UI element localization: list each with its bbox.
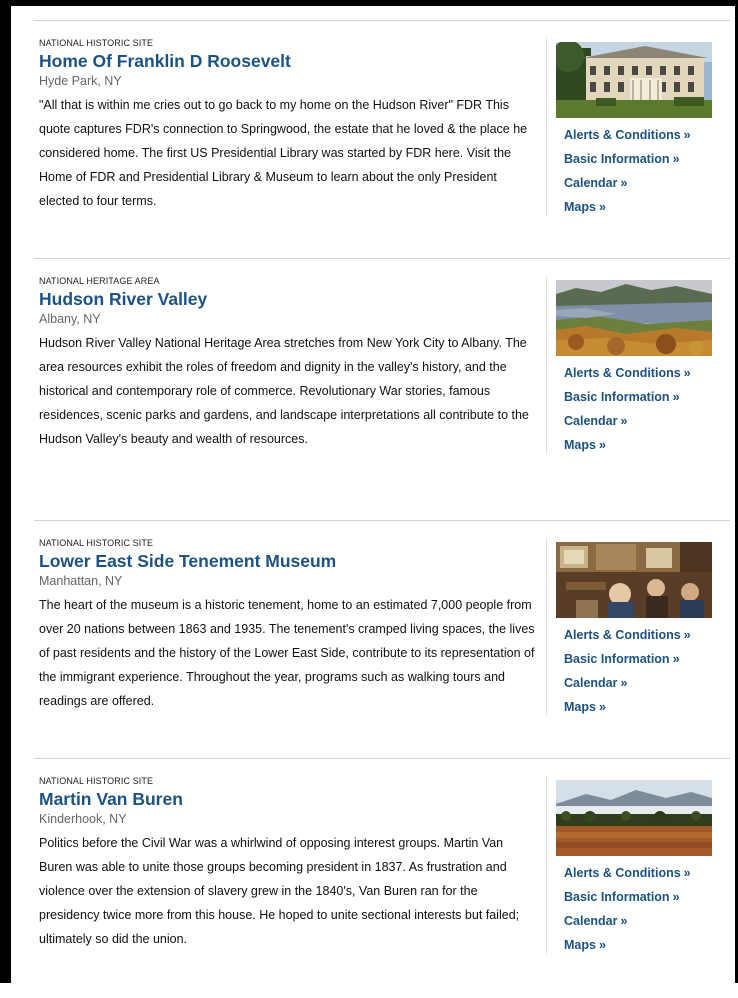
alerts-conditions-link[interactable]: Alerts & Conditions» xyxy=(564,623,714,647)
maps-link[interactable]: Maps» xyxy=(564,433,714,457)
link-label: Alerts & Conditions xyxy=(564,628,681,642)
park-listing-hudson-river-valley: National Heritage Area Hudson River Vall… xyxy=(34,258,730,520)
link-label: Maps xyxy=(564,938,596,952)
mansion-photo xyxy=(556,42,712,118)
link-label: Alerts & Conditions xyxy=(564,128,681,142)
park-info: National Historic Site Home Of Franklin … xyxy=(39,37,536,213)
alerts-conditions-link[interactable]: Alerts & Conditions» xyxy=(564,123,714,147)
park-designation: National Historic Site xyxy=(39,776,154,786)
link-label: Calendar xyxy=(564,914,618,928)
park-location: Albany, NY xyxy=(39,312,101,326)
park-listing-tenement-museum: National Historic Site Lower East Side T… xyxy=(34,520,730,758)
chevron-right-icon: » xyxy=(672,390,680,404)
chevron-right-icon: » xyxy=(598,938,606,952)
park-location: Hyde Park, NY xyxy=(39,74,122,88)
park-info: National Heritage Area Hudson River Vall… xyxy=(39,275,536,451)
park-title-link[interactable]: Hudson River Valley xyxy=(39,288,536,310)
chevron-right-icon: » xyxy=(598,438,606,452)
park-listing-fdr-home: National Historic Site Home Of Franklin … xyxy=(34,20,730,258)
park-location: Manhattan, NY xyxy=(39,574,123,588)
park-sidebar: Alerts & Conditions» Basic Information» … xyxy=(546,38,714,219)
chevron-right-icon: » xyxy=(598,200,606,214)
river-valley-photo xyxy=(556,280,712,356)
calendar-link[interactable]: Calendar» xyxy=(564,909,714,933)
link-label: Basic Information xyxy=(564,152,670,166)
park-designation: National Historic Site xyxy=(39,538,154,548)
link-label: Basic Information xyxy=(564,652,670,666)
park-title-link[interactable]: Lower East Side Tenement Museum xyxy=(39,550,536,572)
basic-information-link[interactable]: Basic Information» xyxy=(564,885,714,909)
link-label: Calendar xyxy=(564,414,618,428)
park-quick-links: Alerts & Conditions» Basic Information» … xyxy=(564,123,714,219)
park-title-link[interactable]: Martin Van Buren xyxy=(39,788,536,810)
chevron-right-icon: » xyxy=(620,914,628,928)
park-designation: National Heritage Area xyxy=(39,276,160,286)
park-sidebar: Alerts & Conditions» Basic Information» … xyxy=(546,276,714,457)
link-label: Alerts & Conditions xyxy=(564,866,681,880)
link-label: Basic Information xyxy=(564,390,670,404)
link-label: Maps xyxy=(564,200,596,214)
chevron-right-icon: » xyxy=(672,890,680,904)
maps-link[interactable]: Maps» xyxy=(564,195,714,219)
park-description: "All that is within me cries out to go b… xyxy=(39,98,528,208)
basic-information-link[interactable]: Basic Information» xyxy=(564,147,714,171)
page-frame: National Historic Site Home Of Franklin … xyxy=(0,0,738,983)
calendar-link[interactable]: Calendar» xyxy=(564,671,714,695)
park-results-list: National Historic Site Home Of Franklin … xyxy=(34,20,730,998)
park-thumbnail-martin-van-buren[interactable] xyxy=(556,780,712,856)
chevron-right-icon: » xyxy=(683,366,691,380)
link-label: Calendar xyxy=(564,676,618,690)
park-thumbnail-tenement-museum[interactable] xyxy=(556,542,712,618)
park-quick-links: Alerts & Conditions» Basic Information» … xyxy=(564,361,714,457)
chevron-right-icon: » xyxy=(672,652,680,666)
tenement-interior-photo xyxy=(556,542,712,618)
link-label: Calendar xyxy=(564,176,618,190)
basic-information-link[interactable]: Basic Information» xyxy=(564,385,714,409)
chevron-right-icon: » xyxy=(683,866,691,880)
chevron-right-icon: » xyxy=(683,628,691,642)
park-thumbnail-hudson-river-valley[interactable] xyxy=(556,280,712,356)
chevron-right-icon: » xyxy=(683,128,691,142)
chevron-right-icon: » xyxy=(598,700,606,714)
park-title-link[interactable]: Home Of Franklin D Roosevelt xyxy=(39,50,536,72)
basic-information-link[interactable]: Basic Information» xyxy=(564,647,714,671)
park-info: National Historic Site Martin Van Buren … xyxy=(39,775,536,951)
park-description: Politics before the Civil War was a whir… xyxy=(39,836,520,946)
link-label: Maps xyxy=(564,438,596,452)
alerts-conditions-link[interactable]: Alerts & Conditions» xyxy=(564,361,714,385)
park-thumbnail-fdr-home[interactable] xyxy=(556,42,712,118)
farmland-photo xyxy=(556,780,712,856)
chevron-right-icon: » xyxy=(620,176,628,190)
maps-link[interactable]: Maps» xyxy=(564,695,714,719)
calendar-link[interactable]: Calendar» xyxy=(564,171,714,195)
alerts-conditions-link[interactable]: Alerts & Conditions» xyxy=(564,861,714,885)
calendar-link[interactable]: Calendar» xyxy=(564,409,714,433)
chevron-right-icon: » xyxy=(672,152,680,166)
park-sidebar: Alerts & Conditions» Basic Information» … xyxy=(546,538,714,719)
park-description: The heart of the museum is a historic te… xyxy=(39,598,535,708)
maps-link[interactable]: Maps» xyxy=(564,933,714,957)
park-sidebar: Alerts & Conditions» Basic Information» … xyxy=(546,776,714,957)
chevron-right-icon: » xyxy=(620,414,628,428)
park-description: Hudson River Valley National Heritage Ar… xyxy=(39,336,529,446)
link-label: Maps xyxy=(564,700,596,714)
park-quick-links: Alerts & Conditions» Basic Information» … xyxy=(564,861,714,957)
park-designation: National Historic Site xyxy=(39,38,154,48)
park-location: Kinderhook, NY xyxy=(39,812,127,826)
link-label: Alerts & Conditions xyxy=(564,366,681,380)
park-info: National Historic Site Lower East Side T… xyxy=(39,537,536,713)
park-quick-links: Alerts & Conditions» Basic Information» … xyxy=(564,623,714,719)
chevron-right-icon: » xyxy=(620,676,628,690)
link-label: Basic Information xyxy=(564,890,670,904)
park-listing-martin-van-buren: National Historic Site Martin Van Buren … xyxy=(34,758,730,998)
